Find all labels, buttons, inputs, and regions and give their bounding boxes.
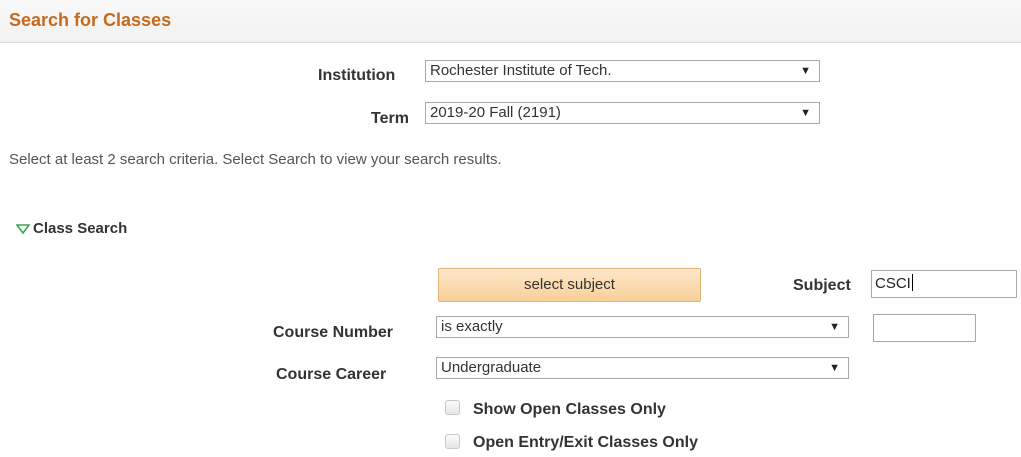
subject-value: CSCI <box>875 275 911 292</box>
open-entry-exit-checkbox[interactable] <box>445 434 460 449</box>
course-number-label: Course Number <box>273 324 394 341</box>
dropdown-arrow-icon: ▼ <box>829 321 840 333</box>
course-number-operator-select[interactable]: is exactly ▼ <box>436 316 849 338</box>
search-instructions: Select at least 2 search criteria. Selec… <box>9 151 502 168</box>
subject-input[interactable]: CSCI <box>871 270 1017 298</box>
term-label: Term <box>371 110 409 127</box>
show-open-classes-checkbox[interactable] <box>445 400 460 415</box>
dropdown-arrow-icon: ▼ <box>829 362 840 374</box>
term-value: 2019-20 Fall (2191) <box>430 104 561 121</box>
course-career-select[interactable]: Undergraduate ▼ <box>436 357 849 379</box>
course-number-operator-value: is exactly <box>441 318 503 335</box>
title-bar: Search for Classes <box>0 0 1021 43</box>
select-subject-button[interactable]: select subject <box>438 268 701 302</box>
expand-triangle-icon <box>15 224 31 235</box>
term-select[interactable]: 2019-20 Fall (2191) ▼ <box>425 102 820 124</box>
class-search-label: Class Search <box>33 220 128 237</box>
open-entry-exit-label: Open Entry/Exit Classes Only <box>473 434 698 451</box>
subject-label: Subject <box>793 277 851 294</box>
institution-select[interactable]: Rochester Institute of Tech. ▼ <box>425 60 820 82</box>
show-open-classes-label: Show Open Classes Only <box>473 401 666 418</box>
course-career-label: Course Career <box>276 366 387 383</box>
page-title: Search for Classes <box>9 10 172 30</box>
dropdown-arrow-icon: ▼ <box>800 107 811 119</box>
class-search-section-toggle[interactable]: Class Search <box>15 220 128 237</box>
course-number-input[interactable] <box>873 314 976 342</box>
text-cursor <box>911 274 913 291</box>
dropdown-arrow-icon: ▼ <box>800 65 811 77</box>
institution-label: Institution <box>318 67 396 84</box>
course-career-value: Undergraduate <box>441 359 542 376</box>
institution-value: Rochester Institute of Tech. <box>430 62 612 79</box>
